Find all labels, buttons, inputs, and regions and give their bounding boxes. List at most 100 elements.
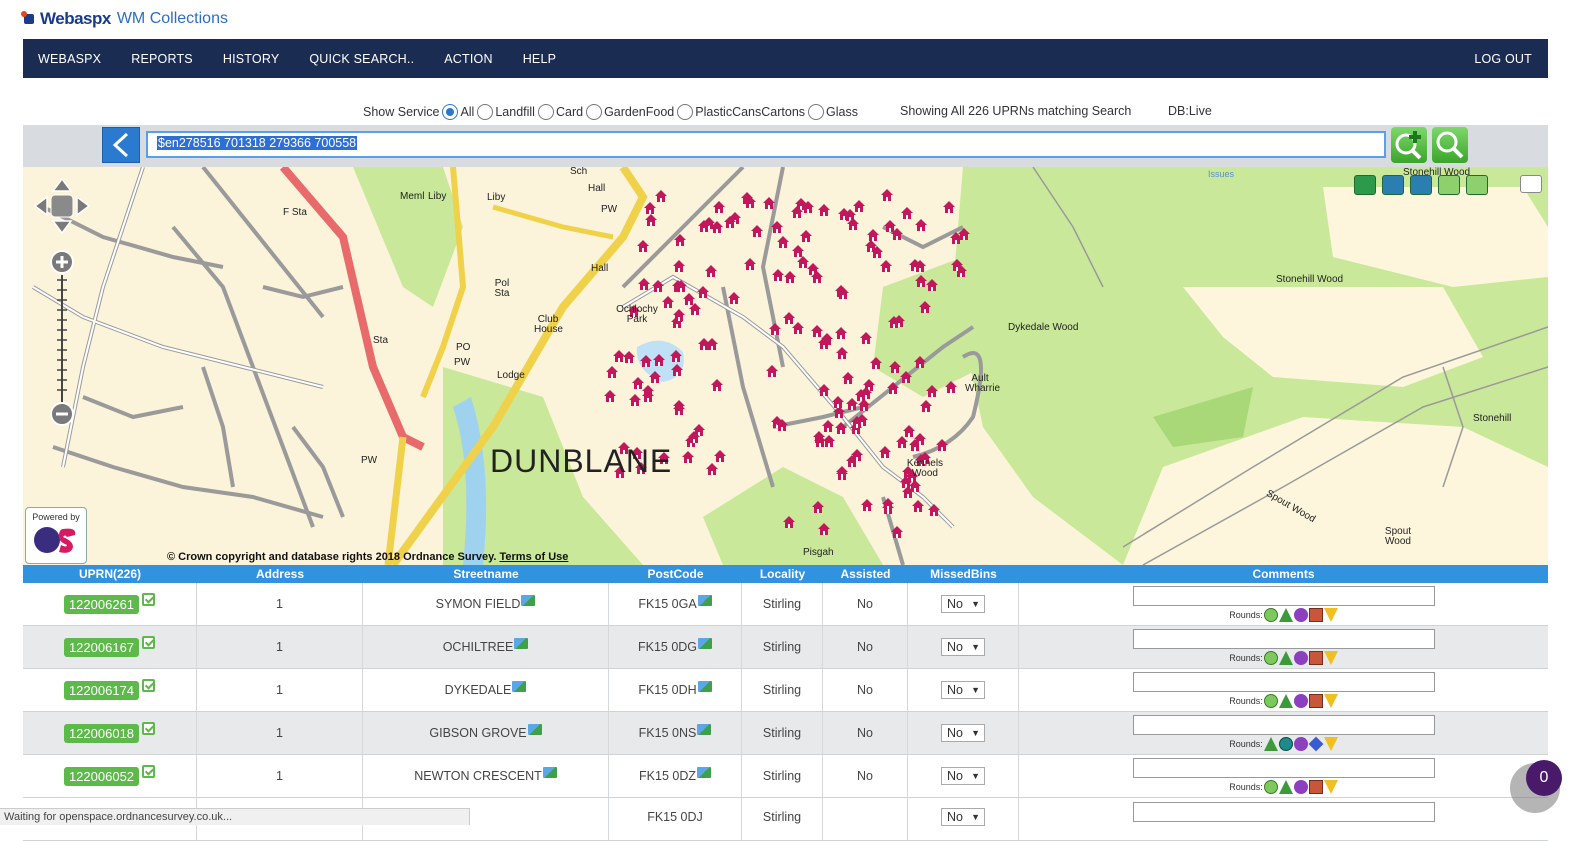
house-marker-icon[interactable]	[884, 220, 896, 232]
round-landfill-icon[interactable]	[1263, 737, 1278, 751]
service-option-all[interactable]: All	[442, 104, 474, 120]
round-plastic-icon[interactable]	[1308, 651, 1323, 665]
house-marker-icon[interactable]	[771, 221, 783, 233]
header-locality[interactable]: Locality	[742, 565, 823, 583]
round-card-icon[interactable]	[1278, 694, 1293, 708]
house-marker-icon[interactable]	[928, 504, 940, 516]
comment-input[interactable]	[1132, 586, 1435, 606]
house-marker-icon[interactable]	[896, 436, 908, 448]
house-marker-icon[interactable]	[623, 351, 635, 363]
house-marker-icon[interactable]	[662, 296, 674, 308]
house-marker-icon[interactable]	[783, 312, 795, 324]
house-marker-icon[interactable]	[912, 500, 924, 512]
house-marker-icon[interactable]	[879, 446, 891, 458]
house-marker-icon[interactable]	[682, 451, 694, 463]
map-view[interactable]: Stonehill Wood Dykedale Wood Ault Wharri…	[23, 167, 1548, 565]
round-plastic-icon[interactable]	[1308, 780, 1323, 794]
house-marker-icon[interactable]	[674, 234, 686, 246]
house-marker-icon[interactable]	[705, 265, 717, 277]
round-garden-icon[interactable]	[1293, 780, 1308, 794]
house-marker-icon[interactable]	[919, 301, 931, 313]
house-marker-icon[interactable]	[728, 292, 740, 304]
check-icon[interactable]	[142, 721, 156, 735]
missedbins-select[interactable]: No ▼	[941, 767, 985, 785]
house-marker-icon[interactable]	[832, 396, 844, 408]
house-marker-icon[interactable]	[891, 526, 903, 538]
house-marker-icon[interactable]	[835, 327, 847, 339]
round-landfill-icon[interactable]	[1263, 694, 1278, 708]
house-marker-icon[interactable]	[818, 204, 830, 216]
header-streetname[interactable]: Streetname	[363, 565, 609, 583]
house-marker-icon[interactable]	[945, 381, 957, 393]
round-garden-icon[interactable]	[1293, 694, 1308, 708]
map-link-icon[interactable]	[696, 766, 711, 778]
house-marker-icon[interactable]	[870, 357, 882, 369]
house-marker-icon[interactable]	[903, 425, 915, 437]
house-marker-icon[interactable]	[836, 347, 848, 359]
house-marker-icon[interactable]	[901, 207, 913, 219]
house-marker-icon[interactable]	[818, 523, 830, 535]
missedbins-select[interactable]: No ▼	[941, 681, 985, 699]
radio-card[interactable]	[537, 104, 554, 120]
house-marker-icon[interactable]	[792, 245, 804, 257]
house-marker-icon[interactable]	[638, 278, 650, 290]
map-link-icon[interactable]	[512, 680, 527, 692]
house-marker-icon[interactable]	[936, 439, 948, 451]
missedbins-select[interactable]: No ▼	[941, 808, 985, 826]
comment-input[interactable]	[1132, 629, 1435, 649]
house-marker-icon[interactable]	[652, 280, 664, 292]
missedbins-select[interactable]: No ▼	[941, 638, 985, 656]
nav-quick-search[interactable]: QUICK SEARCH..	[294, 52, 429, 66]
uprn-button[interactable]: 122006052	[63, 766, 140, 786]
house-marker-icon[interactable]	[606, 366, 618, 378]
check-icon[interactable]	[142, 678, 156, 692]
missedbins-select[interactable]: No ▼	[941, 595, 985, 613]
house-marker-icon[interactable]	[673, 260, 685, 272]
header-assisted[interactable]: Assisted	[823, 565, 908, 583]
round-landfill-icon[interactable]	[1263, 608, 1278, 622]
round-plastic-icon[interactable]	[1308, 608, 1323, 622]
truck-tool-icon[interactable]	[1410, 175, 1432, 195]
house-marker-icon[interactable]	[882, 498, 894, 510]
radio-plastic[interactable]	[677, 104, 694, 120]
house-marker-icon[interactable]	[926, 385, 938, 397]
round-card-icon[interactable]	[1278, 651, 1293, 665]
round-glass-icon[interactable]	[1323, 737, 1338, 751]
house-marker-icon[interactable]	[783, 516, 795, 528]
header-comments[interactable]: Comments	[1019, 565, 1548, 583]
house-marker-icon[interactable]	[915, 219, 927, 231]
notification-badge[interactable]: 0	[1526, 760, 1562, 796]
radio-gardenfood[interactable]	[586, 104, 603, 120]
round-card-icon[interactable]	[1278, 608, 1293, 622]
logout-link[interactable]: LOG OUT	[1459, 52, 1548, 66]
house-marker-icon[interactable]	[637, 240, 649, 252]
house-marker-icon[interactable]	[818, 384, 830, 396]
service-option-landfill[interactable]: Landfill	[477, 104, 535, 120]
house-marker-icon[interactable]	[706, 463, 718, 475]
round-landfill-icon[interactable]	[1263, 780, 1278, 794]
service-option-card[interactable]: Card	[537, 104, 583, 120]
house-marker-icon[interactable]	[769, 323, 781, 335]
comment-input[interactable]	[1132, 715, 1435, 735]
round-plastic-icon[interactable]	[1308, 736, 1324, 752]
radio-all[interactable]	[442, 104, 459, 120]
house-marker-icon[interactable]	[853, 200, 865, 212]
house-marker-icon[interactable]	[881, 189, 893, 201]
house-marker-icon[interactable]	[751, 225, 763, 237]
house-marker-icon[interactable]	[914, 356, 926, 368]
house-marker-icon[interactable]	[920, 400, 932, 412]
house-marker-icon[interactable]	[880, 260, 892, 272]
comment-input[interactable]	[1132, 802, 1435, 822]
map-link-icon[interactable]	[514, 637, 529, 649]
house-marker-icon[interactable]	[889, 361, 901, 373]
search-button[interactable]	[1432, 127, 1468, 163]
house-marker-icon[interactable]	[653, 354, 665, 366]
check-icon[interactable]	[142, 635, 156, 649]
house-marker-icon[interactable]	[943, 201, 955, 213]
header-missedbins[interactable]: MissedBins	[908, 565, 1019, 583]
map-link-icon[interactable]	[697, 594, 712, 606]
house-marker-icon[interactable]	[867, 229, 879, 241]
house-marker-icon[interactable]	[766, 365, 778, 377]
nav-webaspx[interactable]: WEBASPX	[23, 52, 116, 66]
house-marker-icon[interactable]	[670, 350, 682, 362]
